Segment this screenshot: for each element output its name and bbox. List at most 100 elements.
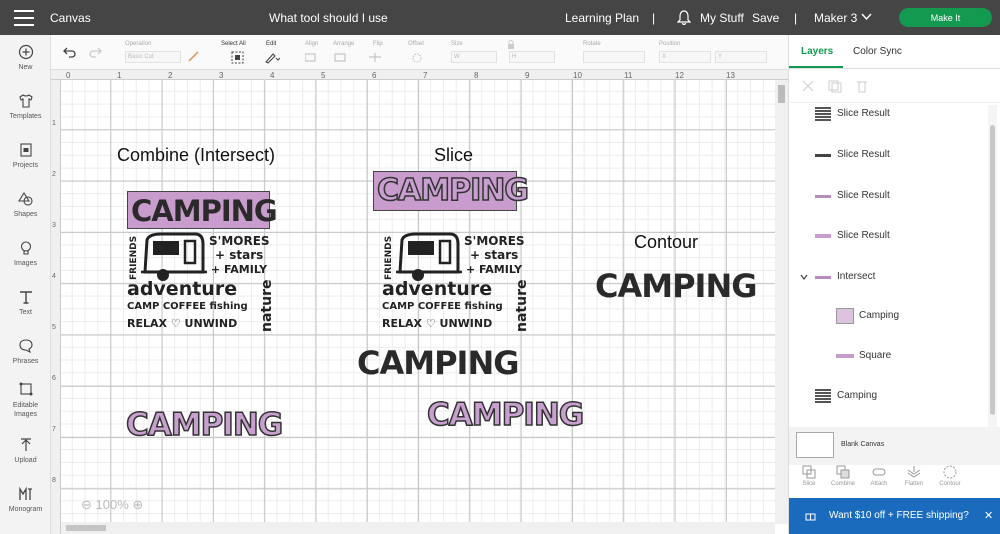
upload-icon [20,438,31,451]
offset-icon[interactable] [411,52,423,64]
sidebar-item-upload[interactable]: Upload [0,437,51,464]
contour-camping-text[interactable]: CAMPING [595,267,757,305]
group-duplicate-delete-icons[interactable] [801,79,881,93]
make-it-button[interactable]: Make It [899,8,992,27]
layer-item[interactable]: Slice Result [789,226,989,246]
position-label: Position [659,41,681,47]
action-label: Flatten [904,481,924,487]
zoom-out-icon[interactable]: ⊖ [81,497,92,512]
attach-action[interactable]: Attach [861,465,897,487]
zoom-in-icon[interactable]: ⊕ [132,497,143,512]
slice-camping-purple[interactable]: CAMPING [376,172,529,209]
select-all-icon[interactable] [231,51,244,64]
flatten-action[interactable]: Flatten [896,465,932,487]
layer-item[interactable]: Camping [789,306,989,326]
stars-text: + stars [470,248,519,262]
sidebar-item-shapes[interactable]: Shapes [0,191,51,218]
gift-icon [805,513,816,521]
rotate-label: Rotate [583,41,601,47]
promo-text: Want $10 off + FREE shipping? [829,510,969,521]
rotate-field[interactable] [583,51,645,63]
my-stuff-link[interactable]: My Stuff [700,11,744,25]
close-icon[interactable]: ✕ [984,509,993,522]
flip-label: Flip [373,41,383,47]
intersect-camping-text[interactable]: CAMPING [131,194,278,228]
sidebar-item-phrases[interactable]: Phrases [0,338,51,365]
design-canvas[interactable]: 0 1 2 3 4 5 6 7 8 9 10 11 12 13 1 2 3 4 … [51,70,788,534]
undo-icon[interactable] [63,47,76,58]
blank-canvas-label: Blank Canvas [841,441,885,448]
slice-camping-purple-2[interactable]: CAMPING [426,396,585,434]
width-field[interactable]: W [451,51,497,63]
slice-action[interactable]: Slice [791,465,827,487]
position-y-field[interactable]: Y [715,51,767,63]
attach-icon [872,468,886,476]
layer-thumbnail-icon [836,308,854,324]
panel-tabs: Layers Color Sync [789,35,1000,68]
relax-text: RELAX ♡ UNWIND [127,317,238,330]
layer-thumbnail-icon [815,154,831,157]
ruler-tick: 5 [321,71,326,80]
chevron-down-icon[interactable] [800,274,808,280]
bell-icon[interactable] [677,10,691,25]
camping-design-slice[interactable]: FRIENDS S'MORES + stars + FAMILY adventu… [382,228,532,338]
ruler-tick: 6 [372,71,377,80]
layers-scrollbar[interactable] [988,105,997,465]
contour-action[interactable]: Contour [932,465,968,487]
arrange-label: Arrange [333,41,355,47]
sidebar-item-monogram[interactable]: Monogram [0,486,51,513]
monogram-icon [18,486,32,500]
action-label: Combine [830,481,855,487]
sidebar-item-new[interactable]: New [0,44,51,71]
sidebar-item-images[interactable]: Images [0,240,51,267]
edit-toolbar: Operation Basic Cut Select All Edit Alig… [51,35,788,70]
align-arrange-flip-icons[interactable] [305,52,415,63]
project-name[interactable]: What tool should I use [269,11,388,25]
redo-icon[interactable] [89,47,102,58]
sidebar-item-label: New [18,64,33,71]
learning-plan-link[interactable]: Learning Plan [565,11,639,25]
vertical-scrollbar[interactable] [775,80,788,524]
layer-item[interactable]: Slice Result [789,104,989,124]
plus-circle-icon [18,44,33,60]
horizontal-scrollbar[interactable] [61,522,775,534]
intersect-camping-purple[interactable]: CAMPING [125,406,284,444]
operation-select[interactable]: Basic Cut [125,51,181,63]
select-all-label: Select All [221,41,246,47]
sidebar-item-editable-images[interactable]: Editable Images [0,381,51,419]
action-label: Contour [939,481,961,487]
hamburger-menu-icon[interactable] [14,10,34,26]
sidebar-item-text[interactable]: Text [0,289,51,316]
sidebar-item-projects[interactable]: Projects [0,142,51,169]
tab-color-sync[interactable]: Color Sync [853,46,902,57]
layer-item[interactable]: Slice Result [789,186,989,206]
position-x-field[interactable]: X [659,51,711,63]
pen-icon[interactable] [187,49,201,63]
promo-banner[interactable]: Want $10 off + FREE shipping? ✕ [789,498,1000,534]
blank-canvas-swatch[interactable] [796,432,834,458]
height-field[interactable]: H [509,51,555,63]
layer-name: Square [859,350,892,361]
chevron-down-icon[interactable] [861,13,872,21]
operation-label: Operation [125,41,152,47]
layer-item[interactable]: Square [789,346,989,366]
sidebar-item-templates[interactable]: Templates [0,93,51,120]
layer-name: Slice Result [837,108,890,119]
zoom-control[interactable]: ⊖ 100% ⊕ [81,497,143,513]
slice-camping-black[interactable]: CAMPING [357,344,519,382]
layer-group-intersect[interactable]: Intersect [789,267,989,287]
layer-item[interactable]: Slice Result [789,145,989,165]
camping-design-left[interactable]: FRIENDS S'MORES + stars + FAMILY adventu… [127,228,277,338]
slice-label: Slice [434,145,474,165]
machine-select[interactable]: Maker 3 [814,11,857,25]
action-label: Slice [802,481,816,487]
layer-item[interactable]: Camping [789,386,989,406]
tab-layers[interactable]: Layers [801,46,833,57]
combine-action[interactable]: Combine [825,465,861,487]
edit-pen-icon[interactable] [264,51,280,64]
lock-icon[interactable] [507,40,515,49]
projects-icon [19,143,32,157]
save-button[interactable]: Save [752,11,779,25]
adventure-text: adventure [382,278,493,300]
header-divider: | [794,11,798,25]
